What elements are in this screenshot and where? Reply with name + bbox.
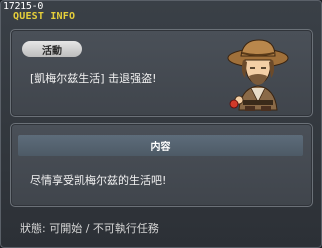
- window-title: QUEST INFO: [13, 11, 76, 22]
- content-header: 内容: [18, 135, 303, 156]
- quest-status: 狀態: 可開始 / 不可執行任務: [20, 222, 159, 235]
- content-description: 尽情享受凯梅尔兹的生活吧!: [30, 174, 167, 187]
- activity-panel: 活動 [凱梅尔兹生活] 击退强盗!: [10, 29, 313, 117]
- npc-portrait-icon: [225, 38, 293, 112]
- quest-name: [凱梅尔兹生活] 击退强盗!: [30, 72, 157, 85]
- activity-tag: 活動: [22, 41, 82, 57]
- quest-info-window: 17215-0 QUEST INFO 活動 [凱梅尔兹生活] 击退强盗! 内容 …: [0, 0, 322, 248]
- content-panel: 内容 尽情享受凯梅尔兹的生活吧!: [10, 123, 313, 207]
